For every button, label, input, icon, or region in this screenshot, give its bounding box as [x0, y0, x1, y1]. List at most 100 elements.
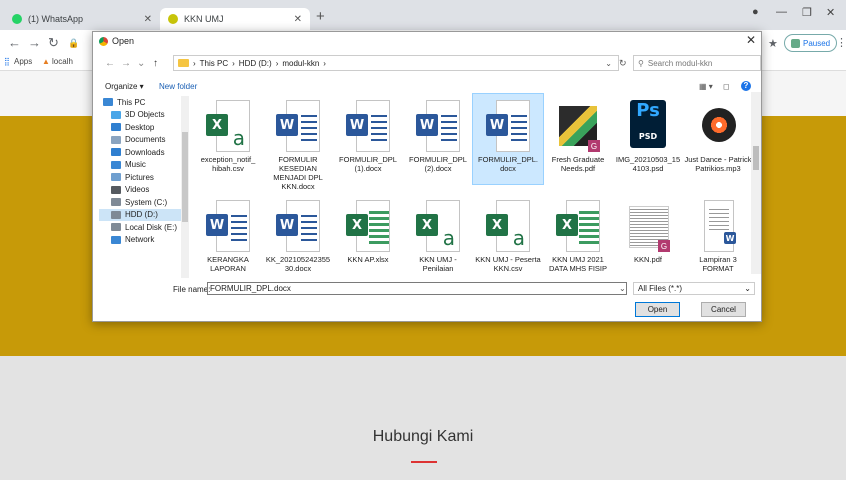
file-item[interactable]: W FORMULIR KESEDIAN MENJADI DPL KKN.docx	[263, 94, 333, 191]
refresh-icon[interactable]: ↻	[619, 58, 627, 69]
new-folder-button[interactable]: New folder	[159, 82, 197, 91]
file-item[interactable]: G Fresh Graduate Needs.pdf	[543, 94, 613, 184]
file-item[interactable]: W Lampiran 3 FORMAT	[683, 194, 753, 274]
bookmark-localhost[interactable]: localh	[52, 57, 73, 66]
filename-row: File name: FORMULIR_DPL.docx ⌄ All Files…	[93, 282, 761, 298]
organize-button[interactable]: Organize ▾	[105, 82, 144, 91]
nav-item[interactable]: Network	[99, 234, 183, 247]
nav-scrollbar[interactable]	[181, 96, 189, 278]
forward-arrow-icon[interactable]: →	[28, 35, 41, 50]
file-name: KKN UMJ 2021 DATA MHS FISIP	[548, 255, 608, 273]
file-item[interactable]: X KKN UMJ 2021 DATA MHS FISIP	[543, 194, 613, 274]
nav-item[interactable]: Pictures	[99, 171, 183, 184]
word-file-icon: W	[276, 200, 320, 252]
nav-item-label: 3D Objects	[125, 110, 165, 120]
localhost-icon: ▲	[42, 57, 50, 66]
nav-item[interactable]: 3D Objects	[99, 109, 183, 122]
file-item[interactable]: W FORMULIR_DPL (2).docx	[403, 94, 473, 184]
file-item[interactable]: W KK_202105242355 30.docx	[263, 194, 333, 274]
address-bar[interactable]: › This PC › HDD (D:) › modul-kkn › ⌄	[173, 55, 619, 71]
recent-chevron-icon[interactable]: ⌄	[137, 58, 145, 69]
picture-icon	[111, 173, 121, 182]
breadcrumb-sep: ›	[275, 58, 279, 68]
profile-circle-icon[interactable]: ●	[752, 6, 759, 18]
desktop-icon	[111, 123, 121, 132]
file-scrollbar[interactable]	[751, 92, 761, 274]
reload-icon[interactable]: ↻	[48, 35, 59, 51]
file-item[interactable]: X KKN AP.xlsx	[333, 194, 403, 274]
new-tab-button[interactable]: +	[316, 8, 325, 25]
file-item[interactable]: W KERANGKA LAPORAN	[193, 194, 263, 274]
file-item[interactable]: a X KKN UMJ - Peserta KKN.csv	[473, 194, 543, 274]
cancel-button[interactable]: Cancel	[701, 302, 746, 317]
word-file-icon: W	[276, 100, 320, 152]
file-name: KK_202105242355 30.docx	[265, 255, 331, 273]
menu-dots-icon[interactable]: ⋮	[836, 36, 846, 49]
pdf-file-icon: G	[556, 100, 600, 152]
file-item[interactable]: a X KKN UMJ - Penilaian	[403, 194, 473, 274]
drive-icon	[111, 210, 121, 219]
file-name: Just Dance - Patrick Patrikios.mp3	[684, 155, 752, 173]
excel-file-icon: X	[346, 200, 390, 252]
breadcrumb-this-pc[interactable]: This PC	[200, 59, 228, 68]
close-tab-icon[interactable]: ✕	[144, 14, 152, 25]
nav-item[interactable]: System (C:)	[99, 196, 183, 209]
forward-arrow-icon[interactable]: →	[121, 58, 131, 69]
apps-grid-icon[interactable]: ⣿	[4, 57, 10, 66]
tab-kkn-umj[interactable]: KKN UMJ ✕	[160, 8, 310, 30]
file-name: KERANGKA LAPORAN	[207, 255, 249, 273]
download-icon	[111, 148, 121, 157]
preview-pane-icon[interactable]: ◻	[723, 82, 730, 91]
file-name: KKN AP.xlsx	[347, 255, 389, 264]
view-options-icon[interactable]: ▦ ▾	[699, 82, 713, 91]
word-file-icon: W	[206, 200, 250, 252]
nav-item[interactable]: This PC	[99, 96, 183, 109]
nav-item[interactable]: Desktop	[99, 121, 183, 134]
help-icon[interactable]: ?	[741, 81, 751, 91]
address-dropdown-icon[interactable]: ⌄	[605, 59, 612, 68]
drive-icon	[111, 198, 121, 207]
maximize-icon[interactable]: ❐	[802, 6, 812, 19]
computer-icon	[103, 98, 113, 107]
nav-item-label: Network	[125, 235, 155, 245]
minimize-icon[interactable]: —	[776, 6, 787, 18]
breadcrumb-hdd[interactable]: HDD (D:)	[239, 59, 272, 68]
search-input[interactable]: ⚲ Search modul-kkn	[633, 55, 761, 71]
file-name: FORMULIR_DPL (1).docx	[339, 155, 397, 173]
nav-item[interactable]: Documents	[99, 134, 183, 147]
profile-paused-button[interactable]: Paused	[784, 34, 838, 52]
file-item[interactable]: Just Dance - Patrick Patrikios.mp3	[683, 94, 753, 184]
nav-item[interactable]: Videos	[99, 184, 183, 197]
tab-whatsapp[interactable]: (1) WhatsApp ✕	[4, 8, 160, 30]
nav-item[interactable]: HDD (D:)	[99, 208, 183, 221]
back-arrow-icon[interactable]: ←	[8, 35, 21, 50]
open-button[interactable]: Open	[635, 302, 680, 317]
close-tab-icon[interactable]: ✕	[294, 14, 302, 25]
bookmark-apps[interactable]: Apps	[14, 57, 32, 66]
search-placeholder: Search modul-kkn	[647, 58, 713, 68]
site-favicon-icon	[168, 14, 178, 24]
file-item[interactable]: W FORMULIR_DPL. docx	[472, 93, 544, 185]
file-item[interactable]: Ps PSD IMG_20210503_15 4103.psd	[613, 94, 683, 184]
nav-item[interactable]: Local Disk (E:)	[99, 221, 183, 234]
star-icon[interactable]: ★	[768, 37, 778, 50]
nav-item-label: Local Disk (E:)	[125, 222, 178, 232]
window-close-icon[interactable]: ✕	[826, 6, 835, 19]
back-arrow-icon[interactable]: ←	[105, 58, 115, 69]
cube-icon	[111, 110, 121, 119]
nav-item[interactable]: Downloads	[99, 146, 183, 159]
nav-item[interactable]: Music	[99, 159, 183, 172]
paused-label: Paused	[803, 38, 831, 48]
file-item[interactable]: W FORMULIR_DPL (1).docx	[333, 94, 403, 184]
up-arrow-icon[interactable]: ↑	[153, 58, 158, 69]
breadcrumb-folder[interactable]: modul-kkn	[282, 59, 319, 68]
filetype-select[interactable]: All Files (*.*) ⌄	[633, 282, 755, 295]
file-item[interactable]: G KKN.pdf	[613, 194, 683, 274]
file-name: KKN.pdf	[634, 255, 662, 264]
filename-input[interactable]: FORMULIR_DPL.docx	[207, 282, 627, 295]
filename-dropdown-icon[interactable]: ⌄	[619, 284, 626, 293]
file-item[interactable]: a X exception_notif_ hibah.csv	[193, 94, 263, 184]
dialog-close-icon[interactable]: ✕	[746, 33, 756, 47]
csv-file-icon: aX	[206, 100, 250, 152]
photoshop-file-icon: Ps PSD	[626, 100, 670, 152]
